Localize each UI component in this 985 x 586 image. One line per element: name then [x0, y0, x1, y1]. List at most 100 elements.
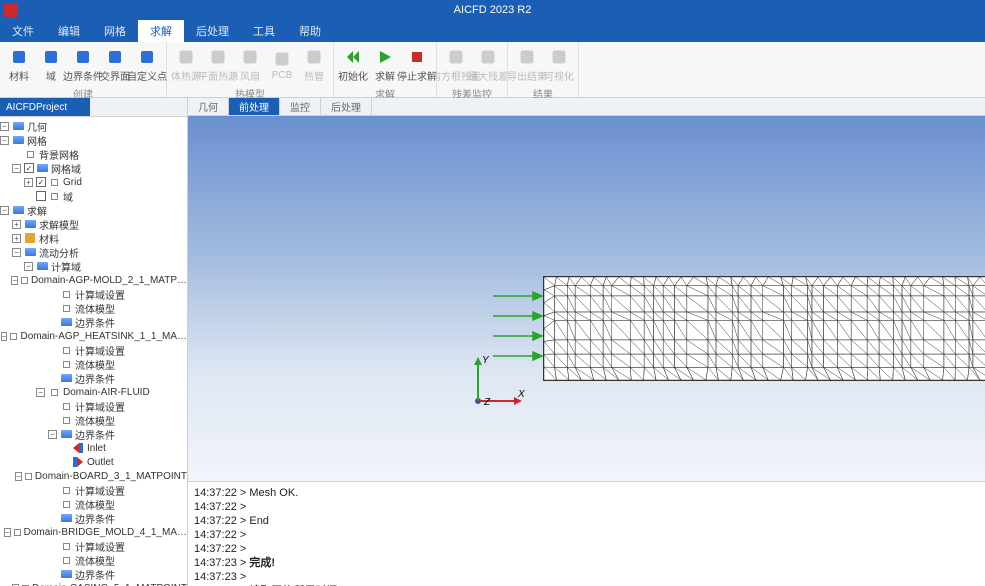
- tree-node[interactable]: 边界条件: [0, 511, 187, 525]
- item-icon: [25, 471, 32, 481]
- folder-icon: [12, 121, 24, 131]
- tree-node[interactable]: −✓网格域: [0, 161, 187, 175]
- tree-node[interactable]: −Domain-CASING_5_1_MATPOINT: [0, 581, 187, 586]
- svg-text:Z: Z: [483, 397, 491, 408]
- item-icon: [60, 415, 72, 425]
- expand-icon[interactable]: +: [12, 220, 21, 229]
- tree-node[interactable]: −流动分析: [0, 245, 187, 259]
- tree-node-label: 求解模型: [39, 217, 79, 232]
- menu-编辑[interactable]: 编辑: [46, 20, 92, 42]
- item-icon: [14, 527, 21, 537]
- menu-求解[interactable]: 求解: [138, 20, 184, 42]
- tree-node[interactable]: −Domain-AIR-FLUID: [0, 385, 187, 399]
- material-button[interactable]: 材料: [4, 44, 34, 86]
- collapse-icon[interactable]: −: [11, 276, 18, 285]
- tree-node[interactable]: 域: [0, 189, 187, 203]
- tree-tabbar: AICFDProject: [0, 98, 187, 117]
- mesh-region: [543, 276, 985, 381]
- tree-node[interactable]: 边界条件: [0, 567, 187, 581]
- menu-工具[interactable]: 工具: [241, 20, 287, 42]
- tree-node[interactable]: 计算域设置: [0, 343, 187, 357]
- tree-node[interactable]: 流体模型: [0, 301, 187, 315]
- view-tab-监控[interactable]: 监控: [280, 98, 321, 115]
- collapse-icon[interactable]: −: [0, 136, 9, 145]
- fan-button: 风扇: [235, 44, 265, 86]
- initialize-button[interactable]: 初始化: [338, 44, 368, 86]
- tree-node[interactable]: Inlet: [0, 441, 187, 455]
- checkbox[interactable]: ✓: [24, 163, 34, 173]
- visualize-icon: [550, 48, 568, 66]
- collapse-icon[interactable]: −: [4, 528, 11, 537]
- menu-文件[interactable]: 文件: [0, 20, 46, 42]
- tree-node[interactable]: − 网格: [0, 133, 187, 147]
- tree-node[interactable]: Outlet: [0, 455, 187, 469]
- menu-后处理[interactable]: 后处理: [184, 20, 241, 42]
- tree-node[interactable]: + 求解模型: [0, 217, 187, 231]
- tree-node[interactable]: 计算域设置: [0, 483, 187, 497]
- tree-node[interactable]: −Domain-AGP_HEATSINK_1_1_MA…: [0, 329, 187, 343]
- inlet-icon: [72, 443, 84, 453]
- tree-node[interactable]: − 求解: [0, 203, 187, 217]
- tree-node[interactable]: 计算域设置: [0, 287, 187, 301]
- menu-网格[interactable]: 网格: [92, 20, 138, 42]
- tree-node-label: 求解: [27, 203, 47, 218]
- tree-node[interactable]: 边界条件: [0, 371, 187, 385]
- viewport-3d[interactable]: Y X Z: [188, 116, 985, 481]
- collapse-icon[interactable]: −: [1, 332, 8, 341]
- tree-node[interactable]: 计算域设置: [0, 539, 187, 553]
- tree-node-label: 背景网格: [39, 147, 79, 162]
- outlet-icon: [72, 457, 84, 467]
- folder-icon: [36, 261, 48, 271]
- output-console[interactable]: 14:37:22 > Mesh OK.14:37:22 >14:37:22 > …: [188, 481, 985, 586]
- collapse-icon[interactable]: −: [12, 164, 21, 173]
- expand-icon[interactable]: +: [24, 178, 33, 187]
- tree-node[interactable]: 流体模型: [0, 357, 187, 371]
- tree-node[interactable]: −几何: [0, 119, 187, 133]
- view-tab-后处理[interactable]: 后处理: [321, 98, 372, 115]
- checkbox[interactable]: ✓: [36, 177, 46, 187]
- folder-icon: [60, 569, 72, 579]
- custom-point-button[interactable]: 自定义点: [132, 44, 162, 86]
- console-line: 14:37:23 > 完成!: [194, 556, 979, 570]
- collapse-icon[interactable]: −: [48, 430, 57, 439]
- interface-button[interactable]: 交界面: [100, 44, 130, 86]
- tree-node[interactable]: +✓Grid: [0, 175, 187, 189]
- project-tree[interactable]: −几何−网格背景网格−✓网格域+✓Grid域−求解+求解模型+材料−流动分析−计…: [0, 117, 187, 586]
- checkbox[interactable]: [36, 191, 46, 201]
- collapse-icon[interactable]: −: [0, 206, 9, 215]
- collapse-icon[interactable]: −: [36, 388, 45, 397]
- tree-node-label: 网格: [27, 133, 47, 148]
- stop-button[interactable]: 停止求解: [402, 44, 432, 86]
- tree-node[interactable]: −Domain-AGP-MOLD_2_1_MATP…: [0, 273, 187, 287]
- menu-帮助[interactable]: 帮助: [287, 20, 333, 42]
- axis-gizmo-icon: Y X Z: [468, 351, 528, 411]
- tree-node[interactable]: 流体模型: [0, 497, 187, 511]
- tree-node[interactable]: −计算域: [0, 259, 187, 273]
- custom-point-icon: [138, 48, 156, 66]
- title-bar: AICFD 2023 R2: [0, 0, 985, 20]
- expand-icon[interactable]: +: [12, 234, 21, 243]
- tree-node[interactable]: +材料: [0, 231, 187, 245]
- tree-node[interactable]: −Domain-BOARD_3_1_MATPOINT: [0, 469, 187, 483]
- console-line: 14:37:23 >: [194, 570, 979, 584]
- view-tab-几何[interactable]: 几何: [188, 98, 229, 115]
- initialize-icon: [344, 48, 362, 66]
- project-tab[interactable]: AICFDProject: [0, 98, 90, 116]
- collapse-icon[interactable]: −: [12, 248, 21, 257]
- collapse-icon[interactable]: −: [24, 262, 33, 271]
- tree-node[interactable]: −边界条件: [0, 427, 187, 441]
- tree-node[interactable]: 流体模型: [0, 413, 187, 427]
- domain-button[interactable]: 域: [36, 44, 66, 86]
- solve-button[interactable]: 求解: [370, 44, 400, 86]
- tree-node[interactable]: 计算域设置: [0, 399, 187, 413]
- app-title: AICFD 2023 R2: [454, 4, 532, 16]
- view-tab-前处理[interactable]: 前处理: [229, 98, 280, 115]
- tree-node[interactable]: 背景网格: [0, 147, 187, 161]
- tree-node[interactable]: −Domain-BRIDGE_MOLD_4_1_MA…: [0, 525, 187, 539]
- collapse-icon[interactable]: −: [15, 472, 22, 481]
- tree-node[interactable]: 流体模型: [0, 553, 187, 567]
- tree-node[interactable]: 边界条件: [0, 315, 187, 329]
- boundary-button[interactable]: 边界条件: [68, 44, 98, 86]
- collapse-icon[interactable]: −: [0, 122, 9, 131]
- tree-node-label: 域: [63, 189, 73, 204]
